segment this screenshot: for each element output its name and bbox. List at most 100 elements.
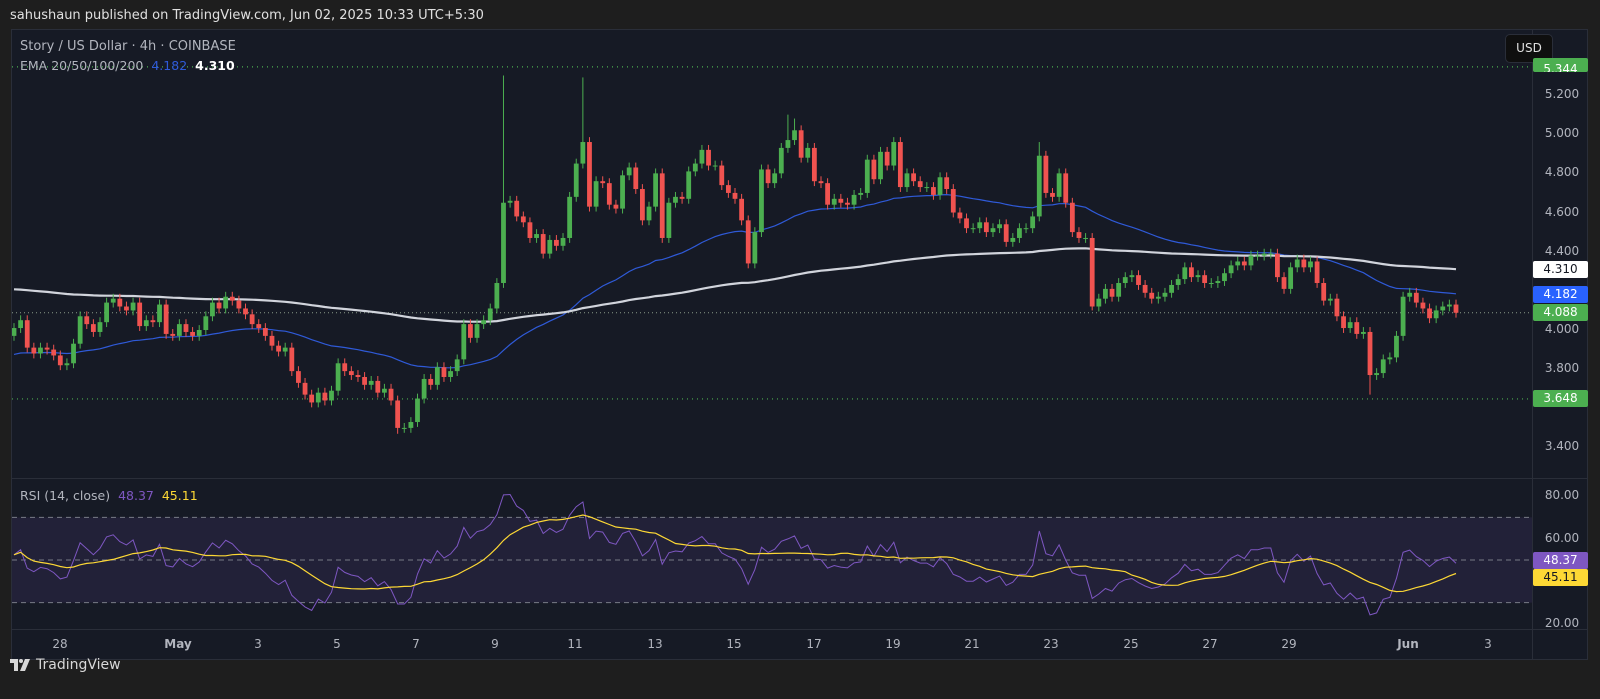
candle [646, 201, 652, 226]
candle-body [1367, 331, 1373, 376]
candle-body [210, 302, 215, 317]
candle-body [1162, 292, 1168, 297]
ema-blue-value: 4.182 [151, 58, 188, 73]
candle [587, 137, 592, 212]
candle-body [1129, 275, 1135, 278]
candle [1030, 211, 1036, 234]
symbol-title[interactable]: Story / US Dollar · 4h · COINBASE [20, 39, 236, 54]
candle [163, 299, 169, 339]
rsi-ma-legend-value: 45.11 [161, 488, 198, 503]
candle-body [653, 173, 659, 207]
candle-body [18, 320, 24, 329]
candle-body [249, 314, 255, 325]
candle-body [1288, 267, 1294, 289]
candle [388, 383, 394, 406]
rsi-legend[interactable]: RSI (14, close) 48.37 45.11 [20, 488, 198, 503]
candle-body [1255, 255, 1260, 257]
candle-body [163, 304, 169, 334]
candle [1043, 150, 1049, 198]
candle-body [57, 355, 63, 366]
candle [342, 358, 348, 377]
candle-body [117, 298, 123, 307]
candle [1089, 233, 1095, 311]
candle-body [1241, 261, 1247, 266]
candle [335, 358, 341, 396]
candle-body [12, 328, 17, 336]
candle-body [1380, 359, 1386, 374]
candle [765, 164, 771, 189]
ema-legend[interactable]: EMA 20/50/100/200 4.182 4.310 [20, 58, 235, 73]
candle-body [798, 130, 804, 158]
candle [77, 311, 83, 349]
candle [1394, 330, 1399, 363]
candle-body [1275, 253, 1280, 278]
price-tick: 4.800 [1544, 165, 1580, 180]
ema-legend-label: EMA 20/50/100/200 [20, 58, 144, 73]
candle-body [1222, 273, 1227, 282]
candle-body [587, 142, 592, 207]
candle-body [190, 331, 195, 336]
candle [944, 172, 950, 194]
time-tick: May [164, 637, 192, 651]
candle [639, 184, 645, 226]
candle [18, 315, 24, 333]
candle [210, 297, 215, 322]
candle-body [507, 200, 513, 203]
candle-body [858, 192, 864, 195]
candle [1155, 291, 1161, 304]
candle-body [639, 189, 645, 221]
candle [1327, 293, 1333, 306]
candle [818, 176, 824, 189]
candle [143, 315, 149, 331]
candle [1367, 327, 1373, 395]
candle-body [1076, 232, 1082, 238]
candle-body [1050, 192, 1055, 197]
time-tick: 25 [1123, 637, 1139, 651]
candle-body [752, 232, 758, 264]
candle-body [1301, 259, 1307, 268]
candle [759, 164, 764, 237]
low-level-label: 3.648 [1533, 390, 1588, 407]
candle-body [104, 302, 110, 323]
candle-body [448, 371, 453, 377]
candle [157, 299, 162, 328]
candle-body [137, 302, 143, 327]
candle-body [1394, 335, 1399, 358]
candle-body [878, 151, 883, 180]
candle [24, 315, 30, 353]
time-tick: 11 [567, 637, 583, 651]
candle [382, 383, 387, 398]
candle [1308, 256, 1313, 273]
time-tick: Jun [1397, 637, 1419, 651]
candle [567, 191, 573, 243]
candle-body [1195, 275, 1201, 278]
candle-body [1427, 308, 1432, 319]
candle-body [229, 296, 235, 301]
candle-body [143, 320, 149, 327]
price-tick: 5.000 [1544, 126, 1580, 141]
time-tick: 13 [647, 637, 663, 651]
candle-body [441, 367, 447, 377]
time-tick: 27 [1202, 637, 1218, 651]
candle [31, 342, 37, 359]
candle-body [1314, 261, 1320, 284]
candle [262, 323, 268, 341]
candle [752, 227, 758, 269]
candle-body [494, 283, 500, 309]
candle-body [1142, 284, 1148, 293]
candle-body [243, 308, 248, 315]
candle [527, 217, 533, 243]
chart-canvas[interactable] [0, 0, 1600, 699]
candle [348, 366, 354, 380]
candle [554, 235, 559, 251]
candle-body [1116, 283, 1122, 297]
candle [1136, 270, 1141, 290]
candle [1281, 272, 1287, 294]
candle [1341, 311, 1346, 333]
tradingview-logo[interactable]: TradingView [10, 657, 121, 673]
candle [249, 309, 255, 330]
candle [1413, 287, 1419, 308]
candle [679, 191, 685, 204]
candle-body [90, 324, 96, 332]
candle-body [1175, 279, 1181, 285]
